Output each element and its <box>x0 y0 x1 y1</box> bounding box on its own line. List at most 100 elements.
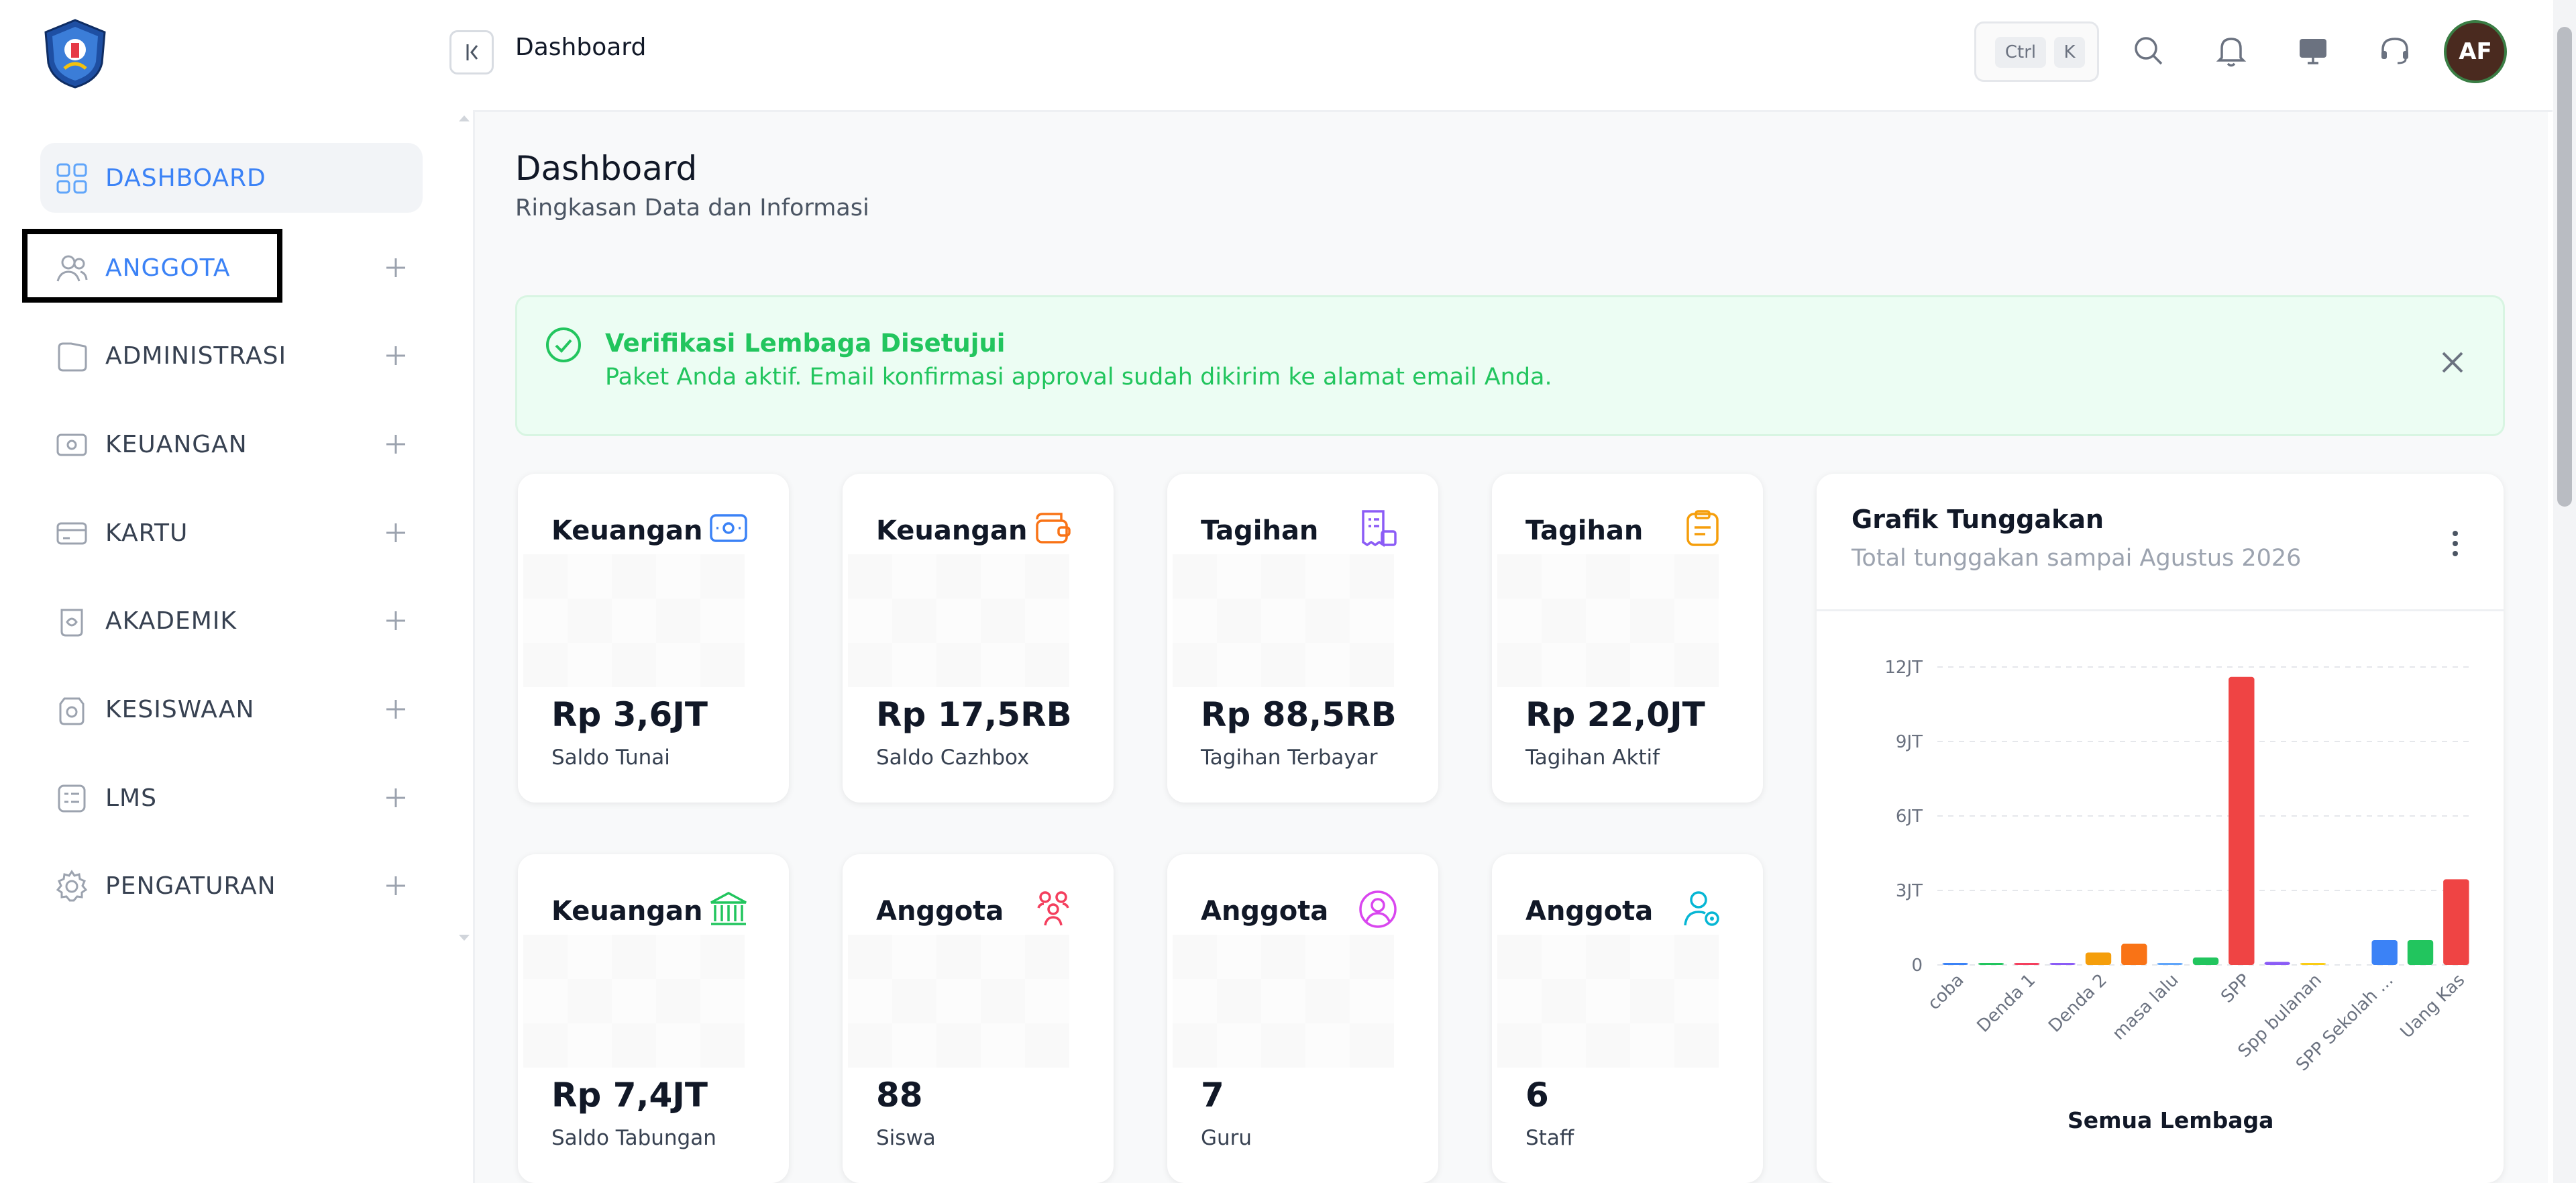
sidebar-item-label: PENGATURAN <box>105 872 276 900</box>
card-title: Anggota <box>876 896 1004 927</box>
chart-bar[interactable] <box>1978 963 2004 965</box>
wallet-icon <box>1036 513 1071 544</box>
chart-bar[interactable] <box>2085 952 2112 966</box>
chart-bar[interactable] <box>2014 963 2040 965</box>
sidebar-item-pengaturan[interactable]: PENGATURAN <box>40 851 423 921</box>
card-background-pattern <box>848 554 1069 687</box>
stat-card[interactable]: Keuangan Rp 3,6JT Saldo Tunai <box>518 474 789 803</box>
sidebar-scroll-up[interactable] <box>457 113 472 126</box>
plus-icon[interactable] <box>382 696 409 723</box>
stat-card[interactable]: Keuangan Rp 17,5RB Saldo Cazhbox <box>843 474 1114 803</box>
x-tick-label: coba <box>1924 970 1968 1015</box>
chart-bar[interactable] <box>2264 962 2290 965</box>
stat-card[interactable]: Tagihan Rp 88,5RB Tagihan Terbayar <box>1167 474 1438 803</box>
stat-card[interactable]: Anggota 6 Staff <box>1492 854 1763 1183</box>
invoice-paid-icon <box>1362 510 1397 548</box>
y-tick-label: 9JT <box>1896 732 1923 752</box>
card-label: Staff <box>1525 1126 1574 1150</box>
user-settings-icon <box>1684 891 1719 926</box>
kbd-k: K <box>2054 37 2085 68</box>
sidebar-item-label: DASHBOARD <box>105 164 266 192</box>
sidebar-item-kartu[interactable]: KARTU <box>40 498 423 568</box>
card-background-pattern <box>1173 935 1394 1068</box>
alert-title: Verifikasi Lembaga Disetujui <box>605 329 1006 358</box>
chart-bar[interactable] <box>2371 940 2398 965</box>
plus-icon[interactable] <box>382 872 409 899</box>
search-icon[interactable] <box>2130 32 2167 70</box>
sidebar-item-administrasi[interactable]: ADMINISTRASI <box>40 321 423 391</box>
sidebar-item-lms[interactable]: LMS <box>40 763 423 833</box>
x-tick-label: Uang Kas <box>2397 970 2469 1043</box>
card-label: Saldo Cazhbox <box>876 745 1030 770</box>
plus-icon[interactable] <box>382 254 409 281</box>
chart-bar[interactable] <box>2229 676 2255 965</box>
card-background-pattern <box>523 935 745 1068</box>
x-tick-label: masa lalu <box>2108 970 2182 1044</box>
card-label: Guru <box>1201 1126 1252 1150</box>
page-scrollbar-thumb[interactable] <box>2557 27 2572 507</box>
chart-divider <box>1817 609 2504 611</box>
plus-icon[interactable] <box>382 519 409 546</box>
sidebar-item-keuangan[interactable]: KEUANGAN <box>40 409 423 479</box>
card-title: Keuangan <box>551 515 703 546</box>
sidebar-scroll-down[interactable] <box>457 933 472 946</box>
card-title: Tagihan <box>1201 515 1319 546</box>
close-icon[interactable] <box>2438 348 2467 377</box>
plus-icon[interactable] <box>382 784 409 811</box>
card-title: Keuangan <box>876 515 1028 546</box>
chart-bar[interactable] <box>2300 963 2326 965</box>
card-value: Rp 22,0JT <box>1525 695 1705 734</box>
plus-icon[interactable] <box>382 607 409 634</box>
card-label: Saldo Tunai <box>551 745 670 770</box>
plus-icon[interactable] <box>382 342 409 369</box>
school-logo[interactable] <box>38 16 113 91</box>
alert-text: Paket Anda aktif. Email konfirmasi appro… <box>605 364 1552 391</box>
monitor-icon[interactable] <box>2294 32 2332 70</box>
folder-icon <box>58 342 87 372</box>
sidebar-item-dashboard[interactable]: DASHBOARD <box>40 143 423 213</box>
chart-bar[interactable] <box>2121 943 2147 965</box>
y-tick-label: 0 <box>1911 956 1923 976</box>
more-options-icon[interactable] <box>2442 527 2469 560</box>
sidebar-item-label: KEUANGAN <box>105 430 248 458</box>
search-shortcut[interactable]: Ctrl K <box>1974 21 2099 82</box>
card-label: Tagihan Terbayar <box>1201 745 1378 770</box>
card-value: 6 <box>1525 1076 1549 1115</box>
grid-icon <box>56 163 87 194</box>
card-value: 7 <box>1201 1076 1224 1115</box>
user-circle-icon <box>1359 890 1397 928</box>
user-avatar[interactable]: AF <box>2444 20 2507 83</box>
card-icon <box>56 522 87 545</box>
student-icon <box>59 697 85 725</box>
chart-bar[interactable] <box>2407 940 2434 965</box>
chart-title: Grafik Tunggakan <box>1851 505 2104 534</box>
arrears-bar-chart: 12JT 9JT 6JT 3JT 0coba Denda 1 Denda 2masa lal… <box>1884 658 2474 1075</box>
sidebar-item-kesiswaan[interactable]: KESISWAAN <box>40 674 423 744</box>
page-subtitle: Ringkasan Data dan Informasi <box>515 195 869 221</box>
bell-icon[interactable] <box>2212 32 2250 70</box>
collapse-sidebar-button[interactable] <box>449 30 494 74</box>
page-title: Dashboard <box>515 149 698 188</box>
stat-card[interactable]: Keuangan Rp 7,4JT Saldo Tabungan <box>518 854 789 1183</box>
card-title: Anggota <box>1525 896 1654 927</box>
chart-bar[interactable] <box>2049 963 2076 965</box>
sidebar-item-akademik[interactable]: AKADEMIK <box>40 586 423 656</box>
chart-footer: Semua Lembaga <box>2068 1107 2274 1133</box>
chart-bar[interactable] <box>2157 963 2183 965</box>
money-icon <box>56 433 87 456</box>
plus-icon[interactable] <box>382 431 409 458</box>
card-value: Rp 17,5RB <box>876 695 1072 734</box>
card-background-pattern <box>1497 935 1719 1068</box>
sidebar-item-label: KARTU <box>105 519 189 547</box>
chart-bar[interactable] <box>2192 957 2219 965</box>
x-tick-label: SPP <box>2217 970 2254 1007</box>
stat-card[interactable]: Anggota 88 Siswa <box>843 854 1114 1183</box>
focus-highlight-box <box>22 229 282 303</box>
headset-icon[interactable] <box>2376 32 2414 70</box>
chart-bar[interactable] <box>1942 963 1968 965</box>
card-label: Siswa <box>876 1126 936 1150</box>
stat-card[interactable]: Anggota 7 Guru <box>1167 854 1438 1183</box>
chart-subtitle: Total tunggakan sampai Agustus 2026 <box>1851 545 2302 572</box>
chart-bar[interactable] <box>2443 879 2469 965</box>
stat-card[interactable]: Tagihan Rp 22,0JT Tagihan Aktif <box>1492 474 1763 803</box>
